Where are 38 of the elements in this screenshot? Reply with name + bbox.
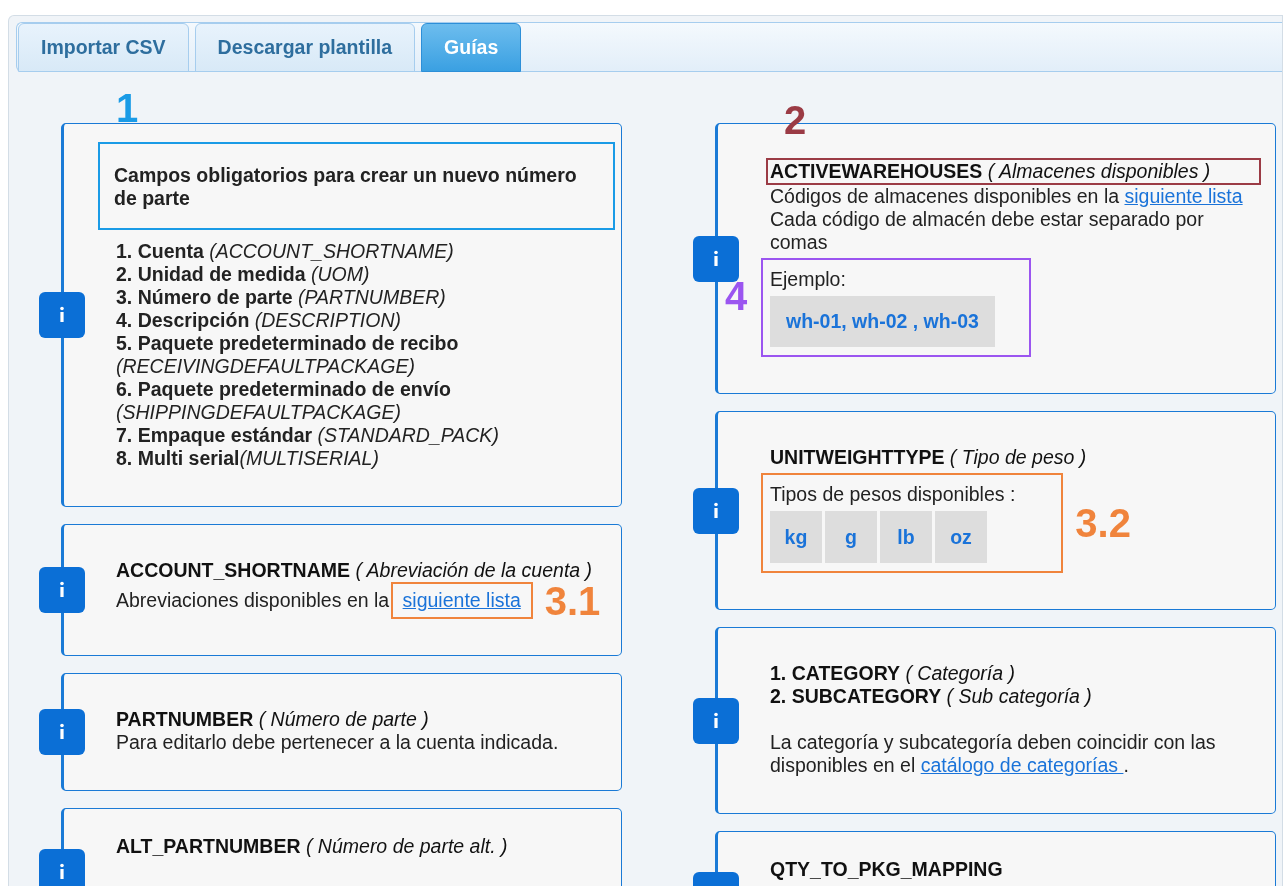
weights-label: Tipos de pesos disponibles : bbox=[770, 483, 1016, 505]
list-item: 5. Paquete predeterminado de recibo (RECEIVINGDEFAULTPACKAGE) bbox=[116, 332, 460, 378]
tab[interactable]: Guías bbox=[421, 23, 522, 72]
annotation-number: 4 bbox=[725, 276, 748, 316]
description-text: Abreviaciones disponibles en la siguiente lista 3.1 bbox=[116, 582, 602, 619]
list-item: 4. Descripción (DESCRIPTION) bbox=[116, 309, 402, 332]
example-value: wh-01, wh-02 , wh-03 bbox=[770, 296, 995, 347]
example-label: Ejemplo: bbox=[770, 268, 846, 290]
description-text: Cada código de almacén debe estar separado por comas bbox=[770, 208, 1205, 254]
field-title: UNITWEIGHTTYPE ( Tipo de peso ) bbox=[770, 446, 1087, 468]
field-title: 1. CATEGORY ( Categoría ) bbox=[770, 662, 1015, 684]
tab[interactable]: Importar CSV bbox=[18, 23, 189, 72]
weight-unit: g bbox=[825, 511, 877, 563]
list-item: 8. Multi serial(MULTISERIAL) bbox=[116, 447, 380, 470]
annotation-number: 3.1 bbox=[544, 580, 601, 621]
list-item: 3. Número de parte (PARTNUMBER) bbox=[116, 286, 447, 309]
weight-unit: kg bbox=[770, 511, 822, 563]
field-title: ACCOUNT_SHORTNAME ( Abreviación de la cuenta ) bbox=[116, 559, 593, 581]
list-item: 2. Unidad de medida (UOM) bbox=[116, 263, 371, 286]
annotation-number: 3.2 bbox=[1075, 503, 1131, 543]
card-heading: Campos obligatorios para crear un nuevo número de parte bbox=[114, 163, 578, 211]
field-title: PARTNUMBER ( Número de parte ) bbox=[116, 708, 429, 730]
field-title: 2. SUBCATEGORY ( Sub categoría ) bbox=[770, 685, 1092, 707]
field-title: ALT_PARTNUMBER ( Número de parte alt. ) bbox=[116, 835, 508, 857]
description-text: Códigos de almacenes disponibles en la siguiente lista bbox=[770, 185, 1244, 208]
field-title: QTY_TO_PKG_MAPPING bbox=[770, 858, 1003, 880]
annotation-number: 1 bbox=[116, 88, 139, 128]
weight-unit: lb bbox=[880, 511, 932, 563]
list-item: 7. Empaque estándar (STANDARD_PACK) bbox=[116, 424, 500, 447]
description-text: Para editarlo debe pertenecer a la cuenta indicada. bbox=[116, 731, 560, 754]
list-item: 6. Paquete predeterminado de envío (SHIPPINGDEFAULTPACKAGE) bbox=[116, 378, 452, 424]
list-link[interactable]: catálogo de categorías bbox=[920, 754, 1124, 776]
tab[interactable]: Descargar plantilla bbox=[194, 23, 416, 72]
list-link[interactable]: siguiente lista bbox=[1124, 185, 1243, 207]
field-title: ACTIVEWAREHOUSES ( Almacenes disponibles ) bbox=[770, 160, 1211, 182]
weight-unit: oz bbox=[935, 511, 987, 563]
description-text: La categoría y subcategoría deben coincidir con las disponibles en el catálogo de categorías . bbox=[770, 731, 1217, 777]
list-item: 1. Cuenta (ACCOUNT_SHORTNAME) bbox=[116, 240, 455, 263]
